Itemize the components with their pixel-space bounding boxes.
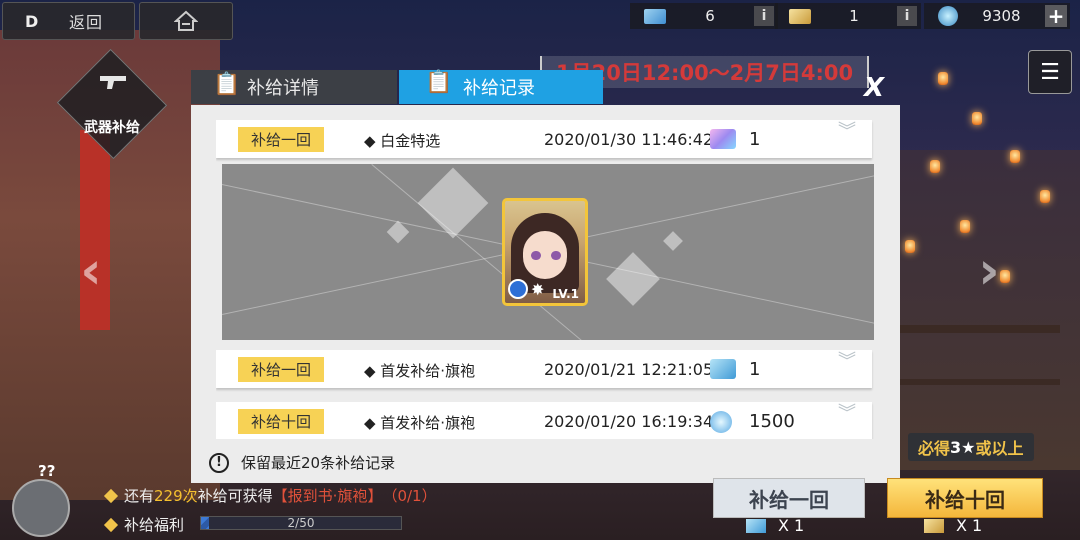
class-badge-icon: [508, 279, 528, 299]
diamond-bullet-icon: [103, 488, 119, 503]
draw-one-button[interactable]: 补给一回: [713, 478, 865, 518]
decorative-diamond: [663, 231, 683, 251]
remaining-progress: （0/1）: [382, 487, 437, 505]
benefit-progress-bar: 2/50: [200, 516, 402, 530]
resource-blue-ticket: 6 i: [630, 3, 778, 29]
background-bench: [890, 325, 1060, 385]
blue-ticket-icon: [746, 518, 766, 533]
burst-icon: ✸: [531, 280, 545, 299]
record-pool: ◆ 首发补给·旗袍: [364, 362, 476, 380]
record-pool: ◆ 白金特选: [364, 132, 441, 150]
add-crystal-button[interactable]: +: [1045, 4, 1067, 28]
lantern-decoration: [1010, 150, 1020, 163]
tab-supply-detail[interactable]: 📋 补给详情: [191, 70, 397, 104]
exclamation-icon: !: [209, 452, 229, 473]
expand-chevron-icon[interactable]: ︾: [838, 353, 856, 371]
home-icon: [174, 10, 198, 31]
lantern-decoration: [905, 240, 915, 253]
tab-supply-record[interactable]: 📋 补给记录: [399, 70, 603, 104]
back-label: 返回: [69, 13, 104, 32]
character-eye: [531, 251, 541, 260]
blue-ticket-icon: [710, 359, 736, 379]
character-eye: [551, 251, 561, 260]
question-mark-badge: ??: [38, 462, 56, 480]
info-button[interactable]: i: [897, 6, 917, 26]
record-row[interactable]: 补给一回 ◆ 白金特选 2020/01/30 11:46:42 1 ︾: [216, 120, 872, 158]
remaining-supply-info: 还有 229次 补给可获得 【报到书·旗袍】 （0/1）: [103, 485, 437, 506]
close-button[interactable]: X: [864, 73, 884, 103]
info-button[interactable]: i: [754, 6, 774, 26]
lantern-decoration: [938, 72, 948, 85]
record-datetime: 2020/01/21 12:21:05: [544, 360, 714, 379]
remaining-suffix: 补给可获得: [197, 487, 273, 505]
remaining-prefix: 还有: [124, 487, 155, 505]
back-button[interactable]: D 返回: [2, 2, 135, 40]
record-row[interactable]: 补给一回 ◆ 首发补给·旗袍 2020/01/21 12:21:05 1 ︾: [216, 350, 872, 388]
record-type-badge: 补给一回: [238, 357, 324, 382]
reward-character-card[interactable]: ✸ LV.1: [502, 198, 588, 306]
notice-text: 保留最近20条补给记录: [241, 454, 396, 472]
home-button[interactable]: [139, 2, 233, 40]
remaining-item: 【报到书·旗袍】: [272, 487, 383, 505]
decorative-diamond: [606, 252, 660, 306]
next-banner-arrow[interactable]: ›: [972, 240, 1006, 302]
resource-value: 1: [849, 7, 859, 25]
guarantee-prefix: 必得: [918, 439, 951, 458]
avatar[interactable]: [12, 479, 70, 537]
draw-ten-cost: X 1: [924, 516, 982, 535]
lantern-decoration: [930, 160, 940, 173]
record-type-badge: 补给一回: [238, 127, 324, 152]
draw-ten-button[interactable]: 补给十回: [887, 478, 1043, 518]
resource-gold-ticket: 1 i: [775, 3, 921, 29]
lantern-decoration: [972, 112, 982, 125]
gun-icon: [100, 76, 126, 89]
supply-benefit-info: 补给福利: [103, 514, 185, 535]
diamond-bullet-icon: [103, 517, 119, 532]
record-notice: ! 保留最近20条补给记录: [209, 452, 395, 473]
crystal-icon: [938, 6, 958, 26]
tab-label: 补给记录: [463, 78, 535, 99]
resource-crystal: 9308 +: [924, 3, 1070, 29]
record-datetime: 2020/01/30 11:46:42: [544, 130, 714, 149]
benefit-progress-text: 2/50: [287, 516, 315, 530]
guarantee-star: 3★: [950, 437, 976, 457]
clipboard-list-icon: 📋: [425, 70, 453, 95]
lantern-decoration: [1040, 190, 1050, 203]
record-type-badge: 补给十回: [238, 409, 324, 434]
resource-value: 6: [705, 7, 715, 25]
gold-ticket-icon: [924, 518, 944, 533]
menu-button[interactable]: ☰: [1028, 50, 1072, 94]
record-row[interactable]: 补给十回 ◆ 首发补给·旗袍 2020/01/20 16:19:34 1500 …: [216, 402, 872, 439]
platinum-ticket-icon: [710, 129, 736, 149]
record-quantity: 1500: [749, 411, 795, 432]
back-logo-icon: D: [25, 12, 40, 31]
tab-label: 补给详情: [247, 78, 319, 99]
character-level: LV.1: [552, 287, 579, 301]
cost-value: X 1: [956, 516, 983, 535]
record-datetime: 2020/01/20 16:19:34: [544, 412, 714, 431]
record-quantity: 1: [749, 129, 761, 150]
benefit-label: 补给福利: [124, 516, 185, 534]
guarantee-suffix: 或以上: [975, 439, 1024, 458]
gold-ticket-icon: [789, 8, 811, 24]
guarantee-badge: 必得 3★ 或以上: [908, 433, 1034, 461]
blue-ticket-icon: [644, 8, 666, 24]
clipboard-question-icon: 📋: [213, 72, 241, 97]
lantern-decoration: [960, 220, 970, 233]
menu-icon: ☰: [1040, 59, 1060, 85]
weapon-supply-label: 武器补给: [84, 120, 140, 136]
collapse-chevron-icon[interactable]: ︾: [838, 123, 856, 141]
record-pool: ◆ 首发补给·旗袍: [364, 414, 476, 432]
remaining-count: 229次: [154, 487, 198, 505]
resource-value: 9308: [982, 7, 1021, 25]
cost-value: X 1: [778, 516, 805, 535]
expand-chevron-icon[interactable]: ︾: [838, 405, 856, 423]
record-quantity: 1: [749, 359, 761, 380]
crystal-icon: [710, 411, 732, 433]
previous-banner-arrow[interactable]: ‹: [74, 240, 108, 302]
draw-one-cost: X 1: [746, 516, 804, 535]
